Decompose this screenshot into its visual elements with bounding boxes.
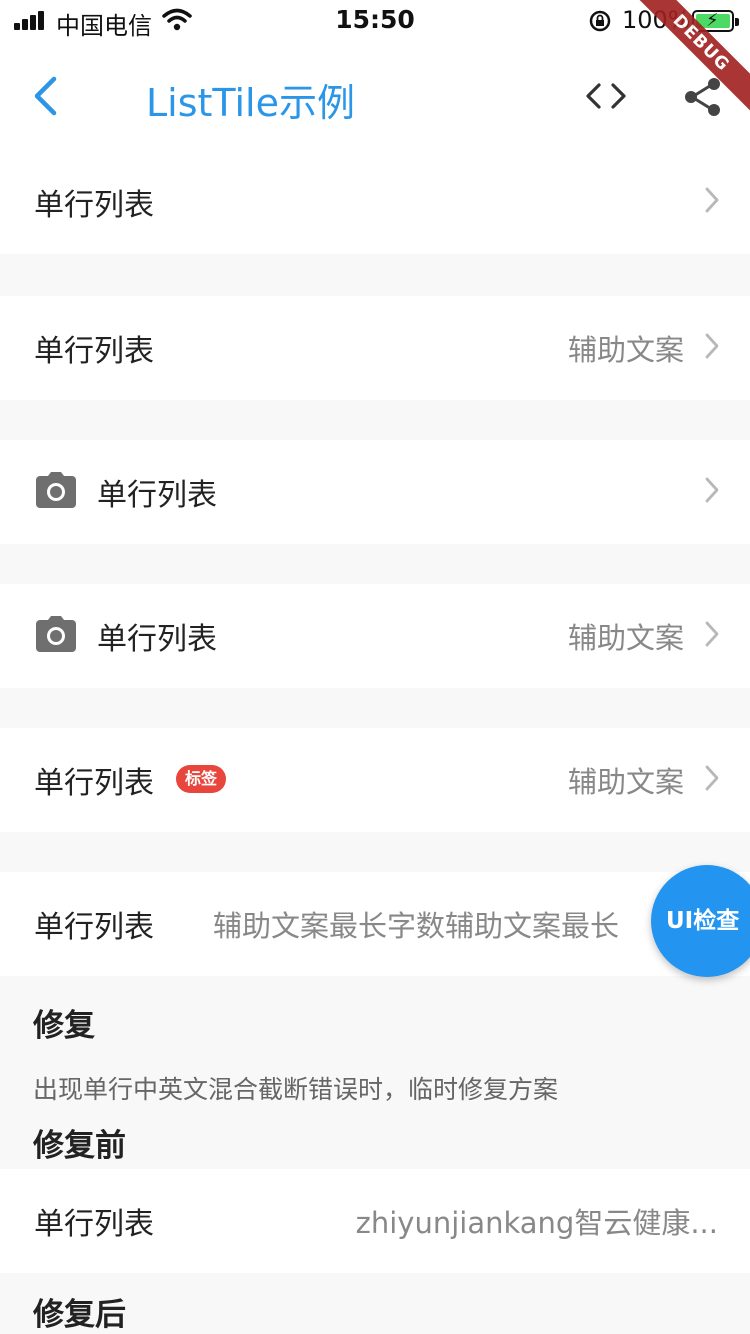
list-tile-subtitle: 辅助文案 xyxy=(567,333,684,367)
list-tile-4[interactable]: 单行列表 辅助文案 xyxy=(0,584,750,688)
before-fix-heading: 修复前 xyxy=(33,1128,126,1164)
fix-heading: 修复 xyxy=(33,1008,95,1044)
list-tile-title: 单行列表 xyxy=(34,334,154,369)
chevron-right-icon xyxy=(705,621,719,647)
list-tile-title: 单行列表 xyxy=(34,766,154,801)
list-tile-5[interactable]: 单行列表 标签 辅助文案 xyxy=(0,728,750,832)
chevron-right-icon xyxy=(705,187,719,213)
status-bar: 中国电信 15:50 100% ⚡ xyxy=(0,0,750,44)
app-bar: ListTile示例 xyxy=(0,44,750,150)
page-title: ListTile示例 xyxy=(146,81,355,125)
list-tile-6[interactable]: 单行列表 辅助文案最长字数辅助文案最长 xyxy=(0,872,750,976)
list-tile-subtitle: 辅助文案 xyxy=(567,621,684,655)
list-tile-1[interactable]: 单行列表 xyxy=(0,150,750,254)
code-icon[interactable] xyxy=(585,82,627,110)
chevron-left-icon[interactable] xyxy=(30,76,60,116)
list-tile-2[interactable]: 单行列表 辅助文案 xyxy=(0,296,750,400)
list-tile-3[interactable]: 单行列表 xyxy=(0,440,750,544)
chevron-right-icon xyxy=(705,333,719,359)
list-tile-subtitle: zhiyunjiankang智云健康... xyxy=(355,1206,718,1240)
chevron-right-icon xyxy=(705,477,719,503)
share-icon[interactable] xyxy=(683,76,723,118)
list-tile-title: 单行列表 xyxy=(34,910,154,945)
list-tile-title: 单行列表 xyxy=(34,1207,154,1242)
rotation-lock-icon xyxy=(589,10,611,32)
list-tile-title: 单行列表 xyxy=(97,622,217,657)
camera-icon xyxy=(36,616,76,652)
list-tile-title: 单行列表 xyxy=(34,188,154,223)
list-tile-title: 单行列表 xyxy=(97,478,217,513)
list-tile-subtitle: 辅助文案最长字数辅助文案最长 xyxy=(213,909,620,943)
after-fix-heading: 修复后 xyxy=(33,1297,126,1333)
fix-description: 出现单行中英文混合截断错误时，临时修复方案 xyxy=(33,1075,559,1104)
tag-badge: 标签 xyxy=(176,765,227,793)
camera-icon xyxy=(36,472,76,508)
chevron-right-icon xyxy=(705,765,719,791)
list-tile-subtitle: 辅助文案 xyxy=(567,765,684,799)
list-tile-before-fix[interactable]: 单行列表 zhiyunjiankang智云健康... xyxy=(0,1169,750,1273)
